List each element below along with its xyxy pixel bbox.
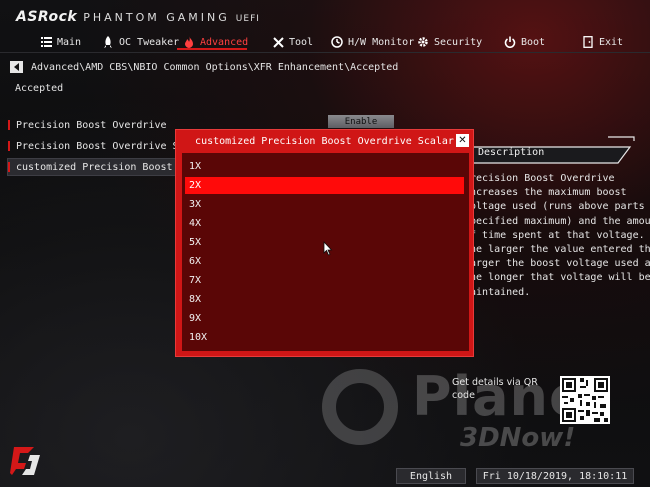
rocket-icon bbox=[102, 36, 114, 48]
description-text: Precision Boost Overdrive increases the … bbox=[464, 172, 650, 300]
header: ASRock PHANTOM GAMING UEFI Main OC Tweak… bbox=[0, 0, 650, 54]
dialog-title: customized Precision Boost Overdrive Sca… bbox=[195, 135, 454, 147]
dialog-option-7x[interactable]: 7X bbox=[185, 272, 464, 289]
brand-phantom-gaming: PHANTOM GAMING bbox=[83, 11, 230, 24]
brand-asrock: ASRock bbox=[16, 9, 78, 25]
tab-tool[interactable]: Tool bbox=[272, 32, 313, 52]
tab-advanced-label: Advanced bbox=[200, 36, 249, 48]
tab-tool-label: Tool bbox=[289, 36, 314, 48]
tab-oc-tweaker[interactable]: OC Tweaker bbox=[102, 32, 179, 52]
qr-code bbox=[560, 376, 610, 424]
tab-security[interactable]: Security bbox=[417, 32, 482, 52]
option-marker bbox=[8, 120, 10, 130]
nav-divider bbox=[0, 52, 650, 53]
active-tab-indicator bbox=[177, 48, 247, 50]
tab-hw-monitor-label: H/W Monitor bbox=[348, 36, 415, 48]
mouse-cursor-icon bbox=[323, 241, 333, 256]
brand-uefi: UEFI bbox=[235, 14, 260, 24]
dialog-option-4x[interactable]: 4X bbox=[185, 215, 464, 232]
main-nav: Main OC Tweaker Advanced Tool H/W Monito… bbox=[0, 28, 650, 52]
dialog-option-2x[interactable]: 2X bbox=[185, 177, 464, 194]
description-line: specified maximum) and the amount bbox=[464, 215, 650, 227]
qr-label: Get details via QR code bbox=[452, 377, 538, 401]
tab-oc-tweaker-label: OC Tweaker bbox=[119, 36, 180, 48]
watermark-circle bbox=[322, 369, 398, 445]
description-line: increases the maximum boost bbox=[464, 187, 627, 199]
dialog-option-9x[interactable]: 9X bbox=[185, 310, 464, 327]
description-line: Precision Boost Overdrive bbox=[464, 173, 615, 184]
power-icon bbox=[504, 36, 516, 48]
description-line: voltage used (runs above parts bbox=[464, 201, 645, 213]
tab-main-label: Main bbox=[57, 36, 82, 48]
exit-door-icon bbox=[582, 36, 594, 48]
tab-exit[interactable]: Exit bbox=[582, 32, 623, 52]
tab-boot[interactable]: Boot bbox=[504, 32, 545, 52]
dialog-option-1x[interactable]: 1X bbox=[185, 158, 464, 175]
option-marker bbox=[8, 162, 10, 172]
breadcrumb: Advanced\AMD CBS\NBIO Common Options\XFR… bbox=[10, 60, 398, 74]
monitor-icon bbox=[331, 36, 343, 48]
description-header: Description bbox=[458, 135, 636, 165]
close-button[interactable]: ✕ bbox=[456, 134, 469, 147]
description-line: maintained. bbox=[464, 286, 531, 298]
option-label: Precision Boost Overdrive bbox=[16, 119, 167, 131]
breadcrumb-path: Advanced\AMD CBS\NBIO Common Options\XFR… bbox=[31, 61, 399, 73]
dialog-option-10x[interactable]: 10X bbox=[185, 329, 464, 346]
tab-exit-label: Exit bbox=[599, 36, 624, 48]
dialog-option-3x[interactable]: 3X bbox=[185, 196, 464, 213]
description-line: The larger the value entered the bbox=[464, 244, 650, 256]
description-title: Description bbox=[478, 147, 545, 158]
tab-boot-label: Boot bbox=[521, 36, 546, 48]
back-arrow-icon bbox=[14, 63, 19, 71]
dialog-option-8x[interactable]: 8X bbox=[185, 291, 464, 308]
tab-security-label: Security bbox=[434, 36, 483, 48]
section-label: Accepted bbox=[15, 83, 64, 94]
watermark-subtext: 3DNow! bbox=[460, 423, 576, 453]
date-time-display: Fri 10/18/2019, 18:10:11 bbox=[476, 468, 634, 484]
description-line: the longer that voltage will be bbox=[464, 272, 650, 284]
tab-hw-monitor[interactable]: H/W Monitor bbox=[331, 32, 414, 52]
brand-logo: ASRock PHANTOM GAMING UEFI bbox=[16, 9, 260, 25]
option-precision-boost-overdrive[interactable]: Precision Boost Overdrive bbox=[8, 117, 167, 133]
phantom-gaming-logo-icon bbox=[10, 447, 40, 475]
option-marker bbox=[8, 141, 10, 151]
description-line: of time spent at that voltage. bbox=[464, 229, 645, 241]
description-line: larger the boost voltage used and bbox=[464, 258, 650, 270]
list-icon bbox=[40, 36, 52, 48]
language-button[interactable]: English bbox=[396, 468, 466, 484]
tab-main[interactable]: Main bbox=[40, 32, 81, 52]
gear-shield-icon bbox=[417, 36, 429, 48]
pbo-value-button[interactable]: Enable bbox=[328, 115, 394, 128]
back-button[interactable] bbox=[10, 61, 23, 73]
flame-icon bbox=[183, 36, 195, 48]
tools-icon bbox=[272, 36, 284, 48]
